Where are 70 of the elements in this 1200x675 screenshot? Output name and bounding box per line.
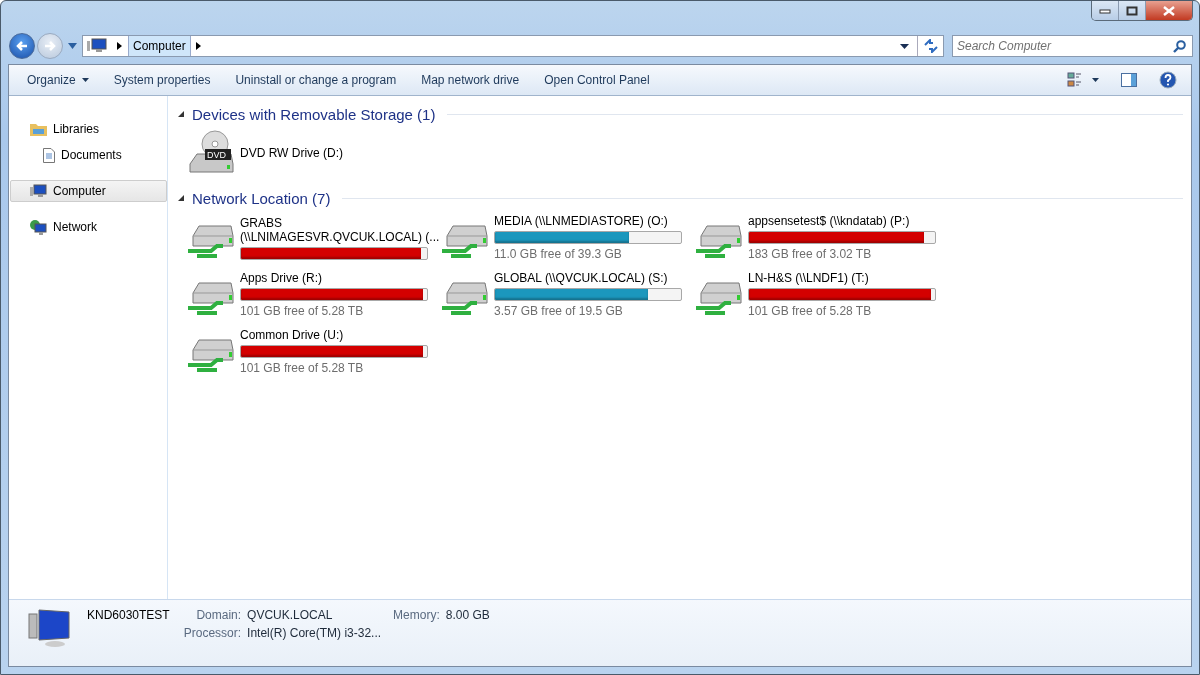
free-space-text: 101 GB free of 5.28 TB bbox=[240, 304, 365, 318]
search-icon bbox=[1173, 40, 1186, 53]
search-field[interactable]: Search Computer bbox=[952, 35, 1193, 57]
drive-tile[interactable]: GLOBAL (\\QVCUK.LOCAL) (S:) 3.57 GB free of 19.5 GB bbox=[441, 271, 695, 318]
drive-name: Common Drive (U:) bbox=[240, 328, 345, 342]
nav-item[interactable]: Network bbox=[10, 216, 167, 238]
detail-value: Intel(R) Core(TM) i3-32... bbox=[247, 626, 383, 640]
address-bar[interactable]: Computer bbox=[82, 35, 944, 57]
toolbar-button[interactable]: Map network drive bbox=[411, 69, 530, 91]
breadcrumb[interactable]: Computer bbox=[128, 36, 191, 56]
collapse-icon[interactable] bbox=[178, 195, 184, 201]
drive-name: DVD RW Drive (D:) bbox=[240, 146, 345, 160]
refresh-icon bbox=[923, 39, 938, 53]
minimize-icon bbox=[1099, 7, 1111, 14]
drive-tile[interactable]: GRABS (\\LNIMAGESVR.QVCUK.LOCAL) (... bbox=[187, 214, 441, 261]
detail-label: Processor: bbox=[183, 626, 242, 640]
back-button[interactable] bbox=[9, 33, 35, 59]
detail-value: 8.00 GB bbox=[445, 608, 490, 622]
view-options-icon bbox=[1067, 72, 1099, 88]
free-space-text: 101 GB free of 5.28 TB bbox=[240, 361, 365, 375]
free-space-text: 3.57 GB free of 19.5 GB bbox=[494, 304, 624, 318]
drive-tile[interactable]: Common Drive (U:) 101 GB free of 5.28 TB bbox=[187, 328, 441, 375]
help-icon bbox=[1159, 71, 1177, 89]
toolbar-button[interactable]: Open Control Panel bbox=[534, 69, 660, 91]
nav-item[interactable]: Libraries bbox=[10, 118, 167, 140]
drive-name: Apps Drive (R:) bbox=[240, 271, 323, 285]
breadcrumb-arrow-icon[interactable] bbox=[195, 42, 201, 50]
free-space-text: 101 GB free of 5.28 TB bbox=[748, 304, 873, 318]
left-arrow-icon bbox=[15, 40, 29, 52]
breadcrumb-arrow-icon[interactable] bbox=[117, 42, 122, 50]
maximize-icon bbox=[1126, 5, 1138, 16]
drive-name: MEDIA (\\LNMEDIASTORE) (O:) bbox=[494, 214, 669, 228]
detail-value: QVCUK.LOCAL bbox=[247, 608, 334, 622]
maximize-button[interactable] bbox=[1119, 1, 1146, 20]
free-space-text: 183 GB free of 3.02 TB bbox=[748, 247, 873, 261]
detail-label: Memory: bbox=[393, 608, 440, 622]
drive-tile[interactable]: LN-H&S (\\LNDF1) (T:) 101 GB free of 5.28 TB bbox=[695, 271, 949, 318]
drive-tile[interactable]: MEDIA (\\LNMEDIASTORE) (O:) 11.0 GB free of 39.3 GB bbox=[441, 214, 695, 261]
collapse-icon[interactable] bbox=[178, 111, 184, 117]
toolbar-button[interactable]: Organize bbox=[17, 69, 99, 91]
group-heading: Devices with Removable Storage (1) bbox=[192, 105, 436, 123]
toolbar-button[interactable]: Uninstall or change a program bbox=[225, 69, 407, 91]
detail-label: Domain: bbox=[195, 608, 242, 622]
drive-name: appsensetest$ (\\kndatab) (P:) bbox=[748, 214, 911, 228]
computer-icon bbox=[87, 38, 107, 54]
computer-icon bbox=[27, 608, 73, 648]
nav-item[interactable]: Computer bbox=[10, 180, 167, 202]
folder-icon bbox=[30, 122, 47, 136]
dvd-drive-icon bbox=[189, 130, 234, 173]
dvd-label: DVD bbox=[207, 150, 226, 160]
close-icon bbox=[1162, 5, 1176, 16]
free-space-text: 11.0 GB free of 39.3 GB bbox=[494, 247, 623, 261]
drive-tile[interactable]: DVD DVD RW Drive (D:) bbox=[187, 130, 441, 176]
network-icon bbox=[30, 219, 47, 235]
document-icon bbox=[43, 147, 55, 163]
close-button[interactable] bbox=[1146, 1, 1192, 20]
toolbar-button[interactable]: System properties bbox=[103, 69, 221, 91]
right-arrow-icon bbox=[43, 40, 57, 52]
group-heading: Network Location (7) bbox=[192, 189, 331, 207]
drive-name: LN-H&S (\\LNDF1) (T:) bbox=[748, 271, 870, 285]
drive-name: GRABS (\\LNIMAGESVR.QVCUK.LOCAL) (... bbox=[240, 215, 440, 244]
pane-icon bbox=[1121, 73, 1137, 87]
address-dropdown-icon[interactable] bbox=[900, 43, 909, 49]
drive-tile[interactable]: appsensetest$ (\\kndatab) (P:) 183 GB free of 3.02 TB bbox=[695, 214, 949, 261]
computer-icon bbox=[30, 184, 47, 198]
drive-tile[interactable]: Apps Drive (R:) 101 GB free of 5.28 TB bbox=[187, 271, 441, 318]
history-dropdown-icon[interactable] bbox=[68, 43, 77, 49]
nav-item[interactable]: Documents bbox=[10, 144, 167, 166]
computer-name: KND6030TEST bbox=[87, 608, 170, 622]
drive-name: GLOBAL (\\QVCUK.LOCAL) (S:) bbox=[494, 271, 669, 285]
